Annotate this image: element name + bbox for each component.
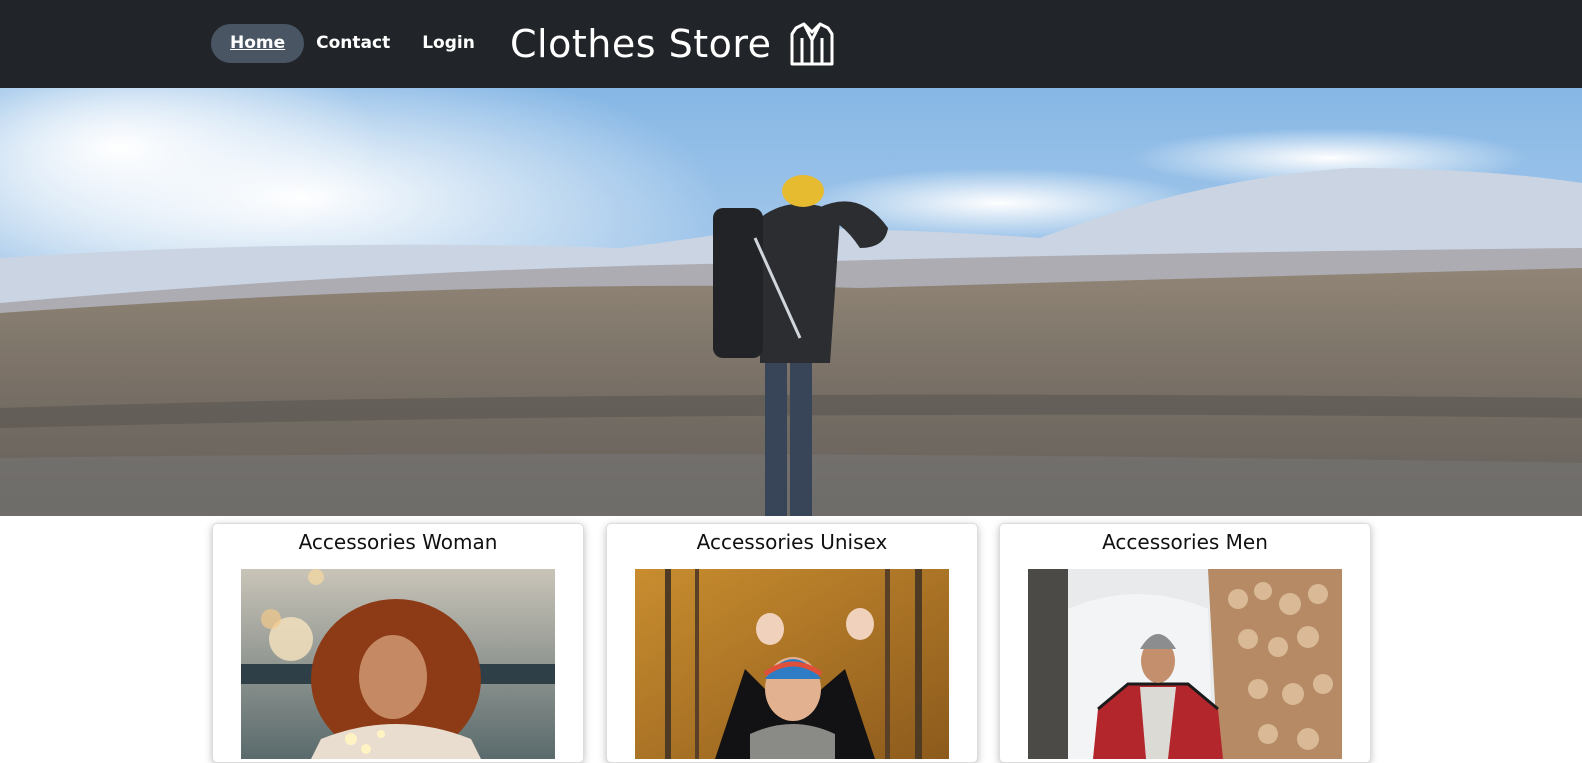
nav-login-link[interactable]: Login bbox=[404, 24, 489, 63]
card-title: Accessories Unisex bbox=[696, 530, 888, 554]
child-in-autumn-forest-photo bbox=[635, 569, 949, 759]
category-card-woman[interactable]: Accessories Woman bbox=[212, 523, 584, 763]
card-title: Accessories Men bbox=[1102, 530, 1268, 554]
woman-with-lights-photo bbox=[241, 569, 555, 759]
man-in-snow-photo bbox=[1028, 569, 1342, 759]
nav-contact-link[interactable]: Contact bbox=[304, 24, 404, 63]
jacket-icon bbox=[790, 22, 834, 66]
navbar: Home Contact Login Clothes Store bbox=[0, 0, 1582, 88]
category-cards: Accessories Woman Accessories Unisex Acc… bbox=[0, 516, 1582, 763]
category-card-men[interactable]: Accessories Men bbox=[999, 523, 1371, 763]
hero-image bbox=[0, 88, 1582, 516]
card-title: Accessories Woman bbox=[298, 530, 498, 554]
hero-banner bbox=[0, 88, 1582, 516]
nav-home-link[interactable]: Home bbox=[211, 24, 305, 63]
category-card-unisex[interactable]: Accessories Unisex bbox=[606, 523, 978, 763]
nav-links: Home Contact Login bbox=[211, 24, 489, 63]
brand-logo[interactable]: Clothes Store bbox=[510, 18, 836, 70]
brand-name: Clothes Store bbox=[510, 22, 772, 66]
